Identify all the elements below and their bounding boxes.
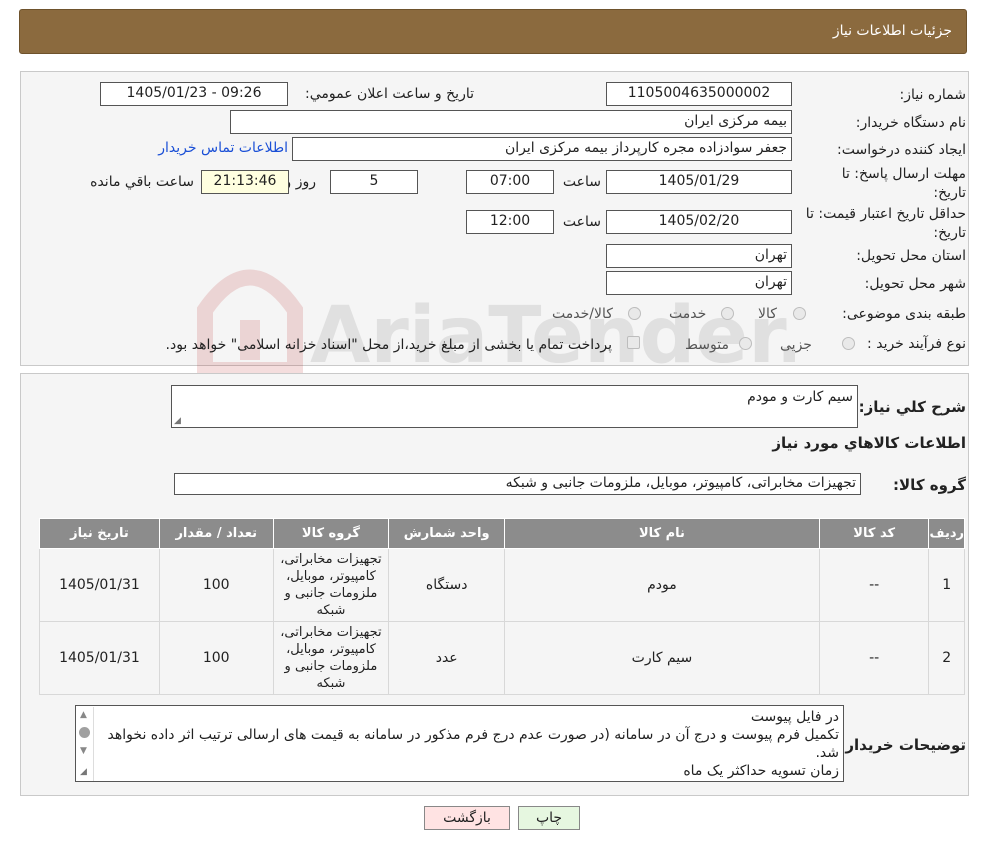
notes-textarea[interactable]: در فایل پیوست تکمیل فرم پیوست و درج آن د… [75, 705, 844, 782]
process-radio-minor[interactable] [842, 337, 855, 350]
deadline-label: مهلت ارسال پاسخ: تا [841, 166, 966, 182]
cell-quantity: 100 [158, 548, 274, 622]
process-radio-medium[interactable] [739, 337, 752, 350]
goods-info-title: اطلاعات كالاهاي مورد نياز [772, 434, 966, 452]
category-radio-goods[interactable] [793, 307, 806, 320]
cell-name: مودم [504, 548, 820, 622]
notes-line: زمان تسویه حداکثر یک ماه [683, 763, 839, 779]
validity-label: حداقل تاريخ اعتبار قيمت: تا [805, 206, 966, 222]
deadline-time-label: ساعت [562, 174, 601, 190]
cell-date: 1405/01/31 [39, 548, 160, 622]
days-label: روز و [284, 174, 317, 190]
need-number-label: شماره نیاز: [899, 87, 967, 103]
table-header-row: رديف كد كالا نام كالا واحد شمارش گروه كا… [39, 518, 965, 549]
buyer-field: بیمه مرکزی ایران [230, 110, 792, 134]
summary-text: سیم کارت و مودم [747, 389, 853, 405]
validity-date-field: 1405/02/20 [606, 210, 792, 234]
notes-line: در فایل پیوست [750, 709, 839, 725]
category-label: طبقه بندی موضوعی: [842, 306, 966, 322]
scroll-thumb[interactable] [79, 727, 90, 738]
category-radio-goods-service[interactable] [628, 307, 641, 320]
page-header: جزئیات اطلاعات نیاز [19, 9, 967, 54]
buyer-contact-link[interactable]: اطلاعات تماس خريدار [158, 140, 288, 156]
table-row: 1 -- مودم دستگاه تجهیزات مخابراتی، کامپی… [39, 548, 965, 622]
goods-group-field: تجهیزات مخابراتی، کامپیوتر، موبایل، ملزو… [174, 473, 861, 495]
col-header-row-number: رديف [928, 518, 965, 549]
scroll-down-icon[interactable]: ▼ [80, 746, 87, 756]
validity-time-label: ساعت [562, 214, 601, 230]
days-remaining-field: 5 [330, 170, 418, 194]
summary-label: شرح كلي نياز: [858, 398, 966, 416]
summary-textarea[interactable]: سیم کارت و مودم [171, 385, 858, 428]
remaining-time-label: ساعت باقي مانده [90, 174, 194, 190]
deadline-label-date: تاريخ: [933, 185, 966, 201]
deadline-date-field: 1405/01/29 [606, 170, 792, 194]
col-header-unit: واحد شمارش [388, 518, 506, 549]
table-row: 2 -- سیم کارت عدد تجهیزات مخابراتی، کامپ… [39, 621, 965, 695]
notes-label: توضيحات خريدار: [839, 736, 966, 754]
city-field: تهران [606, 271, 792, 295]
goods-table: رديف كد كالا نام كالا واحد شمارش گروه كا… [39, 518, 965, 695]
category-option-goods: کالا [758, 306, 777, 322]
remaining-time-field: 21:13:46 [201, 170, 289, 194]
treasury-checkbox[interactable] [627, 336, 640, 349]
cell-unit: عدد [388, 621, 506, 695]
validity-label-date: تاريخ: [933, 225, 966, 241]
scroll-up-icon[interactable]: ▲ [80, 710, 87, 720]
cell-code: -- [818, 621, 930, 695]
cell-name: سیم کارت [504, 621, 820, 695]
col-header-name: نام كالا [504, 518, 820, 549]
cell-row-number: 2 [928, 621, 965, 695]
cell-quantity: 100 [158, 621, 274, 695]
back-button[interactable]: بازگشت [424, 806, 510, 830]
announce-date-label: تاریخ و ساعت اعلان عمومي: [305, 86, 474, 102]
goods-group-label: گروه كالا: [893, 476, 966, 494]
cell-unit: دستگاه [388, 548, 506, 622]
announce-date-field: 1405/01/23 - 09:26 [100, 82, 288, 106]
col-header-group: گروه كالا [272, 518, 390, 549]
category-radio-service[interactable] [721, 307, 734, 320]
resize-handle-icon[interactable]: ◢ [80, 767, 87, 777]
process-option-minor: جزیی [780, 337, 812, 353]
notes-scrollbar[interactable]: ▲ ▼ ◢ [76, 707, 94, 781]
cell-group: تجهیزات مخابراتی، کامپیوتر، موبایل، ملزو… [272, 548, 390, 622]
col-header-quantity: تعداد / مقدار [158, 518, 274, 549]
validity-time-field: 12:00 [466, 210, 554, 234]
cell-date: 1405/01/31 [39, 621, 160, 695]
process-label: نوع فرآيند خريد : [867, 336, 966, 352]
buyer-label: نام دستگاه خريدار: [855, 115, 966, 131]
col-header-date: تاريخ نياز [39, 518, 160, 549]
print-button[interactable]: چاپ [518, 806, 580, 830]
creator-label: ايجاد كننده درخواست: [837, 142, 966, 158]
province-label: استان محل تحويل: [856, 248, 966, 264]
resize-handle-icon[interactable]: ◢ [174, 416, 181, 426]
category-option-goods-service: کالا/خدمت [552, 306, 613, 322]
page-title: جزئیات اطلاعات نیاز [832, 23, 952, 39]
province-field: تهران [606, 244, 792, 268]
process-option-medium: متوسط [685, 337, 729, 353]
creator-field: جعفر سوادزاده مجره کارپرداز بیمه مرکزی ا… [292, 137, 792, 161]
city-label: شهر محل تحويل: [864, 276, 966, 292]
deadline-time-field: 07:00 [466, 170, 554, 194]
cell-code: -- [818, 548, 930, 622]
col-header-code: كد كالا [818, 518, 930, 549]
process-note: پرداخت تمام یا بخشی از مبلغ خرید،از محل … [165, 337, 612, 353]
category-option-service: خدمت [669, 306, 707, 322]
need-number-field: 1105004635000002 [606, 82, 792, 106]
cell-row-number: 1 [928, 548, 965, 622]
notes-line: تکمیل فرم پیوست و درج آن در سامانه (در ص… [107, 727, 839, 761]
cell-group: تجهیزات مخابراتی، کامپیوتر، موبایل، ملزو… [272, 621, 390, 695]
